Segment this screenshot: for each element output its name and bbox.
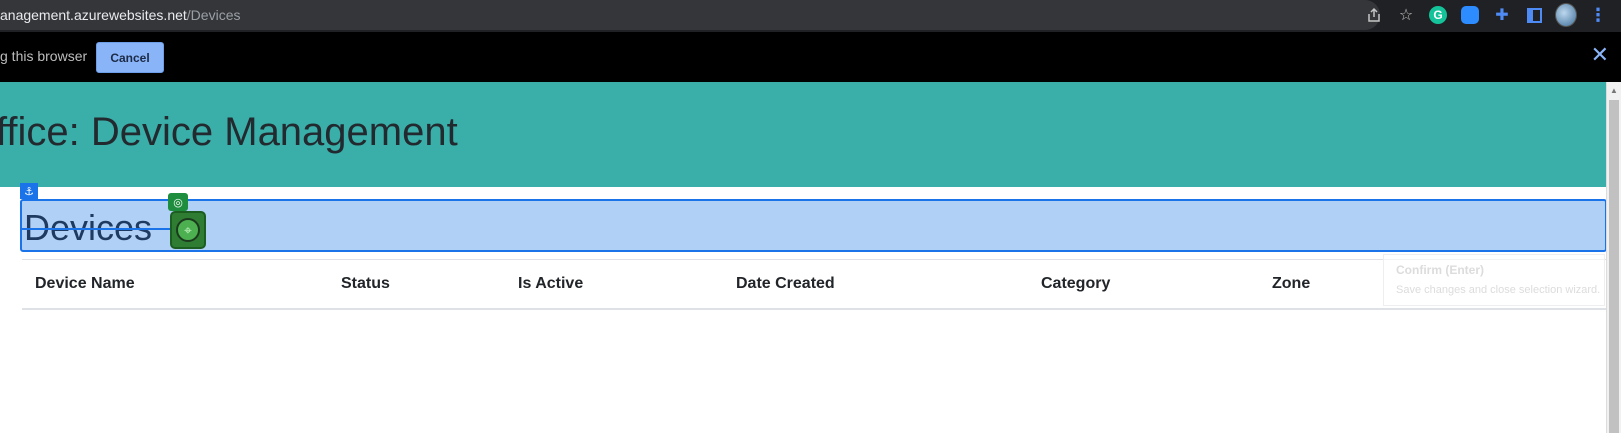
- url-path: /Devices: [186, 7, 241, 23]
- extensions-puzzle-icon[interactable]: ✚: [1491, 4, 1513, 26]
- selection-connector-line: [22, 228, 170, 230]
- column-header-device-name[interactable]: Device Name: [35, 275, 135, 293]
- browser-toolbar: anagement.azurewebsites.net/Devices ☆ G …: [0, 0, 1621, 32]
- cancel-button[interactable]: Cancel: [96, 42, 164, 73]
- zoom-extension-icon[interactable]: [1459, 4, 1481, 26]
- address-bar[interactable]: anagement.azurewebsites.net/Devices: [0, 0, 1380, 30]
- app-title: ffice: Device Management: [0, 110, 458, 154]
- tooltip-description: Save changes and close selection wizard.: [1396, 284, 1601, 296]
- side-panel-icon[interactable]: [1523, 4, 1545, 26]
- url-text[interactable]: anagement.azurewebsites.net/Devices: [0, 7, 240, 23]
- column-header-category[interactable]: Category: [1041, 275, 1110, 293]
- scroll-up-arrow-icon[interactable]: ▲: [1610, 86, 1618, 95]
- capture-notification-bar: g this browser Cancel ✕: [0, 32, 1621, 82]
- column-header-date-created[interactable]: Date Created: [736, 275, 835, 293]
- target-badge-icon[interactable]: ◎: [168, 193, 188, 211]
- vertical-scrollbar[interactable]: ▲: [1606, 82, 1621, 433]
- crosshair-icon: ⌖: [176, 218, 200, 242]
- close-icon[interactable]: ✕: [1591, 42, 1609, 68]
- column-header-status[interactable]: Status: [341, 275, 390, 293]
- url-host: anagement.azurewebsites.net: [0, 7, 187, 23]
- confirm-tooltip: Confirm (Enter) Save changes and close s…: [1383, 254, 1605, 306]
- anchor-icon[interactable]: ⚓: [20, 183, 38, 199]
- page: anagement.azurewebsites.net/Devices ☆ G …: [0, 0, 1621, 433]
- element-selection-highlight[interactable]: [20, 199, 1607, 252]
- table-header-border: [22, 308, 1606, 310]
- profile-avatar[interactable]: [1555, 3, 1577, 27]
- toolbar-icons: ☆ G ✚ ⋮: [1363, 3, 1609, 27]
- share-icon[interactable]: [1363, 4, 1385, 26]
- more-menu-icon[interactable]: ⋮: [1587, 4, 1609, 26]
- column-header-is-active[interactable]: Is Active: [518, 275, 583, 293]
- app-header: ffice: Device Management: [0, 82, 1606, 187]
- table-header-row: Device Name Status Is Active Date Create…: [22, 262, 1606, 308]
- column-header-zone[interactable]: Zone: [1272, 275, 1310, 293]
- notification-text: g this browser: [0, 48, 88, 64]
- target-crosshair-button[interactable]: ⌖: [170, 211, 206, 249]
- table-top-border: [22, 259, 1606, 260]
- scrollbar-thumb[interactable]: [1609, 100, 1619, 433]
- grammarly-icon[interactable]: G: [1427, 4, 1449, 26]
- star-icon[interactable]: ☆: [1395, 4, 1417, 26]
- grammarly-logo: G: [1429, 6, 1447, 24]
- tooltip-title: Confirm (Enter): [1396, 263, 1484, 277]
